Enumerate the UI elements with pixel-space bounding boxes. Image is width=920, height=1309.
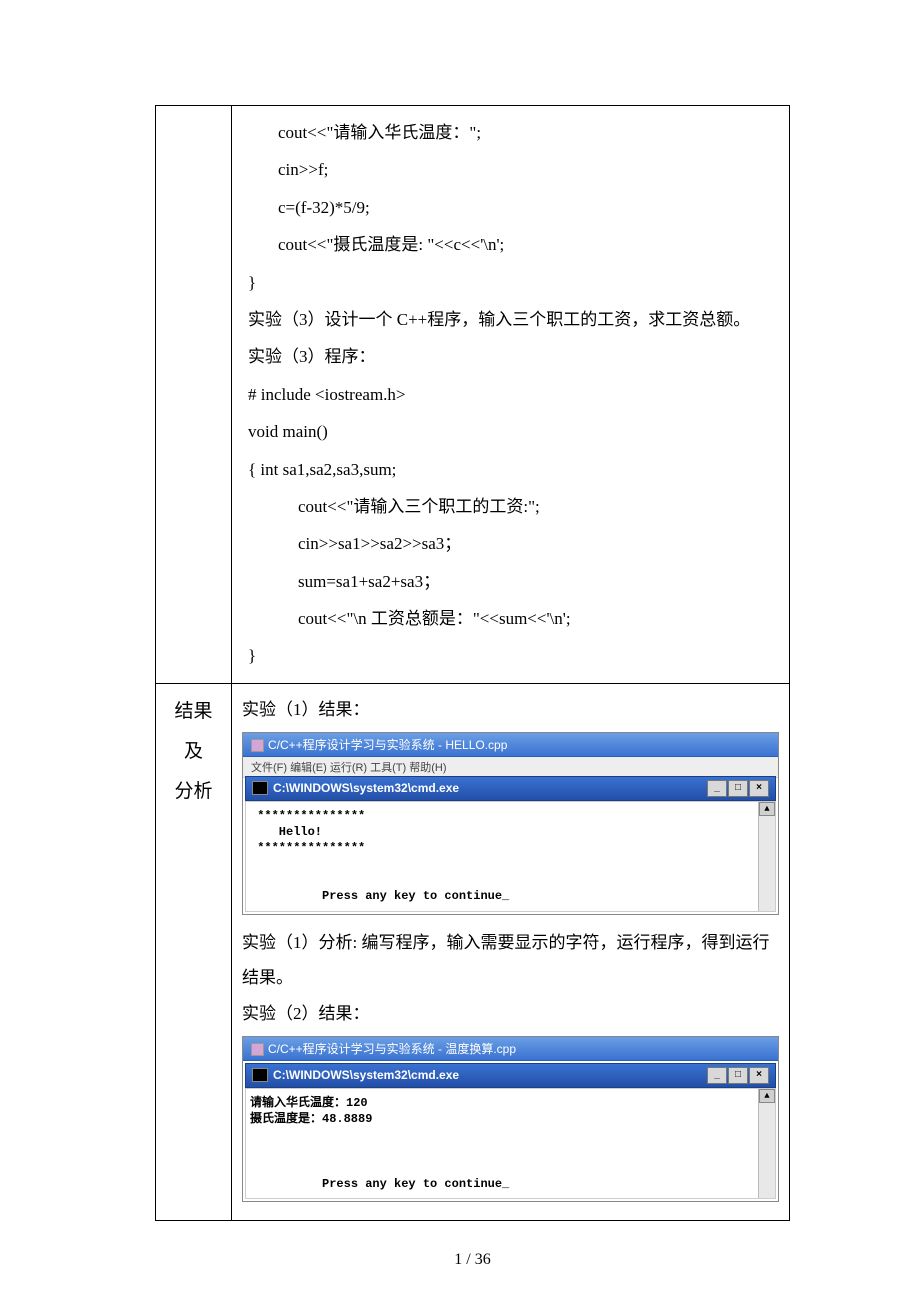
text-line: 实验（3）设计一个 C++程序，输入三个职工的工资，求工资总额。	[248, 301, 779, 338]
app-titlebar: C/C++程序设计学习与实验系统 - 温度换算.cpp	[243, 1037, 778, 1061]
side-label: 分析	[166, 772, 221, 812]
app-titlebar: C/C++程序设计学习与实验系统 - HELLO.cpp	[243, 733, 778, 757]
app-title: C/C++程序设计学习与实验系统 - 温度换算.cpp	[268, 1042, 516, 1056]
result1-analysis: 实验（1）分析: 编写程序，输入需要显示的字符，运行程序，得到运行结果。	[242, 925, 779, 996]
cmd-icon	[252, 781, 268, 795]
code-line: cout<<"请输入三个职工的工资:";	[248, 488, 779, 525]
text-line: 实验（3）程序：	[248, 338, 779, 375]
maximize-button[interactable]: □	[728, 780, 748, 797]
code-line: }	[248, 264, 779, 301]
window-buttons: _ □ ×	[706, 1067, 769, 1084]
app-icon	[251, 1043, 264, 1056]
side-label: 及	[166, 732, 221, 772]
maximize-button[interactable]: □	[728, 1067, 748, 1084]
app-icon	[251, 739, 264, 752]
console-output: *************** Hello! *************** P…	[245, 801, 776, 912]
close-button[interactable]: ×	[749, 780, 769, 797]
scroll-up-icon[interactable]: ▲	[759, 802, 775, 816]
code-line: void main()	[248, 413, 779, 450]
cmd-icon	[252, 1068, 268, 1082]
console-output: 请输入华氏温度：120 摄氏温度是：48.8889 Press any key …	[245, 1088, 776, 1199]
close-button[interactable]: ×	[749, 1067, 769, 1084]
cmd-titlebar: C:\WINDOWS\system32\cmd.exe _ □ ×	[245, 776, 776, 801]
code-line: cin>>f;	[248, 151, 779, 188]
code-line: }	[248, 637, 779, 674]
code-line: cout<<"\n 工资总额是："<<sum<<'\n';	[248, 600, 779, 637]
layout-table: cout<<"请输入华氏温度："; cin>>f; c=(f-32)*5/9; …	[155, 105, 790, 1221]
row1-side-cell	[156, 106, 232, 684]
code-line: sum=sa1+sa2+sa3；	[248, 563, 779, 600]
scrollbar[interactable]	[758, 802, 775, 911]
page-footer: 1 / 36	[155, 1251, 790, 1269]
row1-content-cell: cout<<"请输入华氏温度："; cin>>f; c=(f-32)*5/9; …	[232, 106, 790, 684]
scroll-up-icon[interactable]: ▲	[759, 1089, 775, 1103]
row2-side-cell: 结果 及 分析	[156, 683, 232, 1220]
code-line: { int sa1,sa2,sa3,sum;	[248, 451, 779, 488]
code-line: cout<<"摄氏温度是: "<<c<<'\n';	[248, 226, 779, 263]
code-line: # include <iostream.h>	[248, 376, 779, 413]
result1-label: 实验（1）结果：	[242, 692, 779, 728]
screenshot-1: C/C++程序设计学习与实验系统 - HELLO.cpp 文件(F) 编辑(E)…	[242, 732, 779, 915]
cmd-titlebar: C:\WINDOWS\system32\cmd.exe _ □ ×	[245, 1063, 776, 1088]
minimize-button[interactable]: _	[707, 780, 727, 797]
row2-content-cell: 实验（1）结果： C/C++程序设计学习与实验系统 - HELLO.cpp 文件…	[232, 683, 790, 1220]
scrollbar[interactable]	[758, 1089, 775, 1198]
minimize-button[interactable]: _	[707, 1067, 727, 1084]
result2-label: 实验（2）结果：	[242, 996, 779, 1032]
app-title: C/C++程序设计学习与实验系统 - HELLO.cpp	[268, 738, 507, 752]
window-buttons: _ □ ×	[706, 780, 769, 797]
side-label: 结果	[166, 692, 221, 732]
app-menubar: 文件(F) 编辑(E) 运行(R) 工具(T) 帮助(H)	[243, 757, 778, 778]
code-line: c=(f-32)*5/9;	[248, 189, 779, 226]
screenshot-2: C/C++程序设计学习与实验系统 - 温度换算.cpp C:\WINDOWS\s…	[242, 1036, 779, 1202]
code-line: cin>>sa1>>sa2>>sa3；	[248, 525, 779, 562]
code-block-exp2-3: cout<<"请输入华氏温度："; cin>>f; c=(f-32)*5/9; …	[242, 114, 779, 675]
cmd-title: C:\WINDOWS\system32\cmd.exe	[273, 1068, 459, 1082]
cmd-title: C:\WINDOWS\system32\cmd.exe	[273, 781, 459, 795]
code-line: cout<<"请输入华氏温度：";	[248, 114, 779, 151]
